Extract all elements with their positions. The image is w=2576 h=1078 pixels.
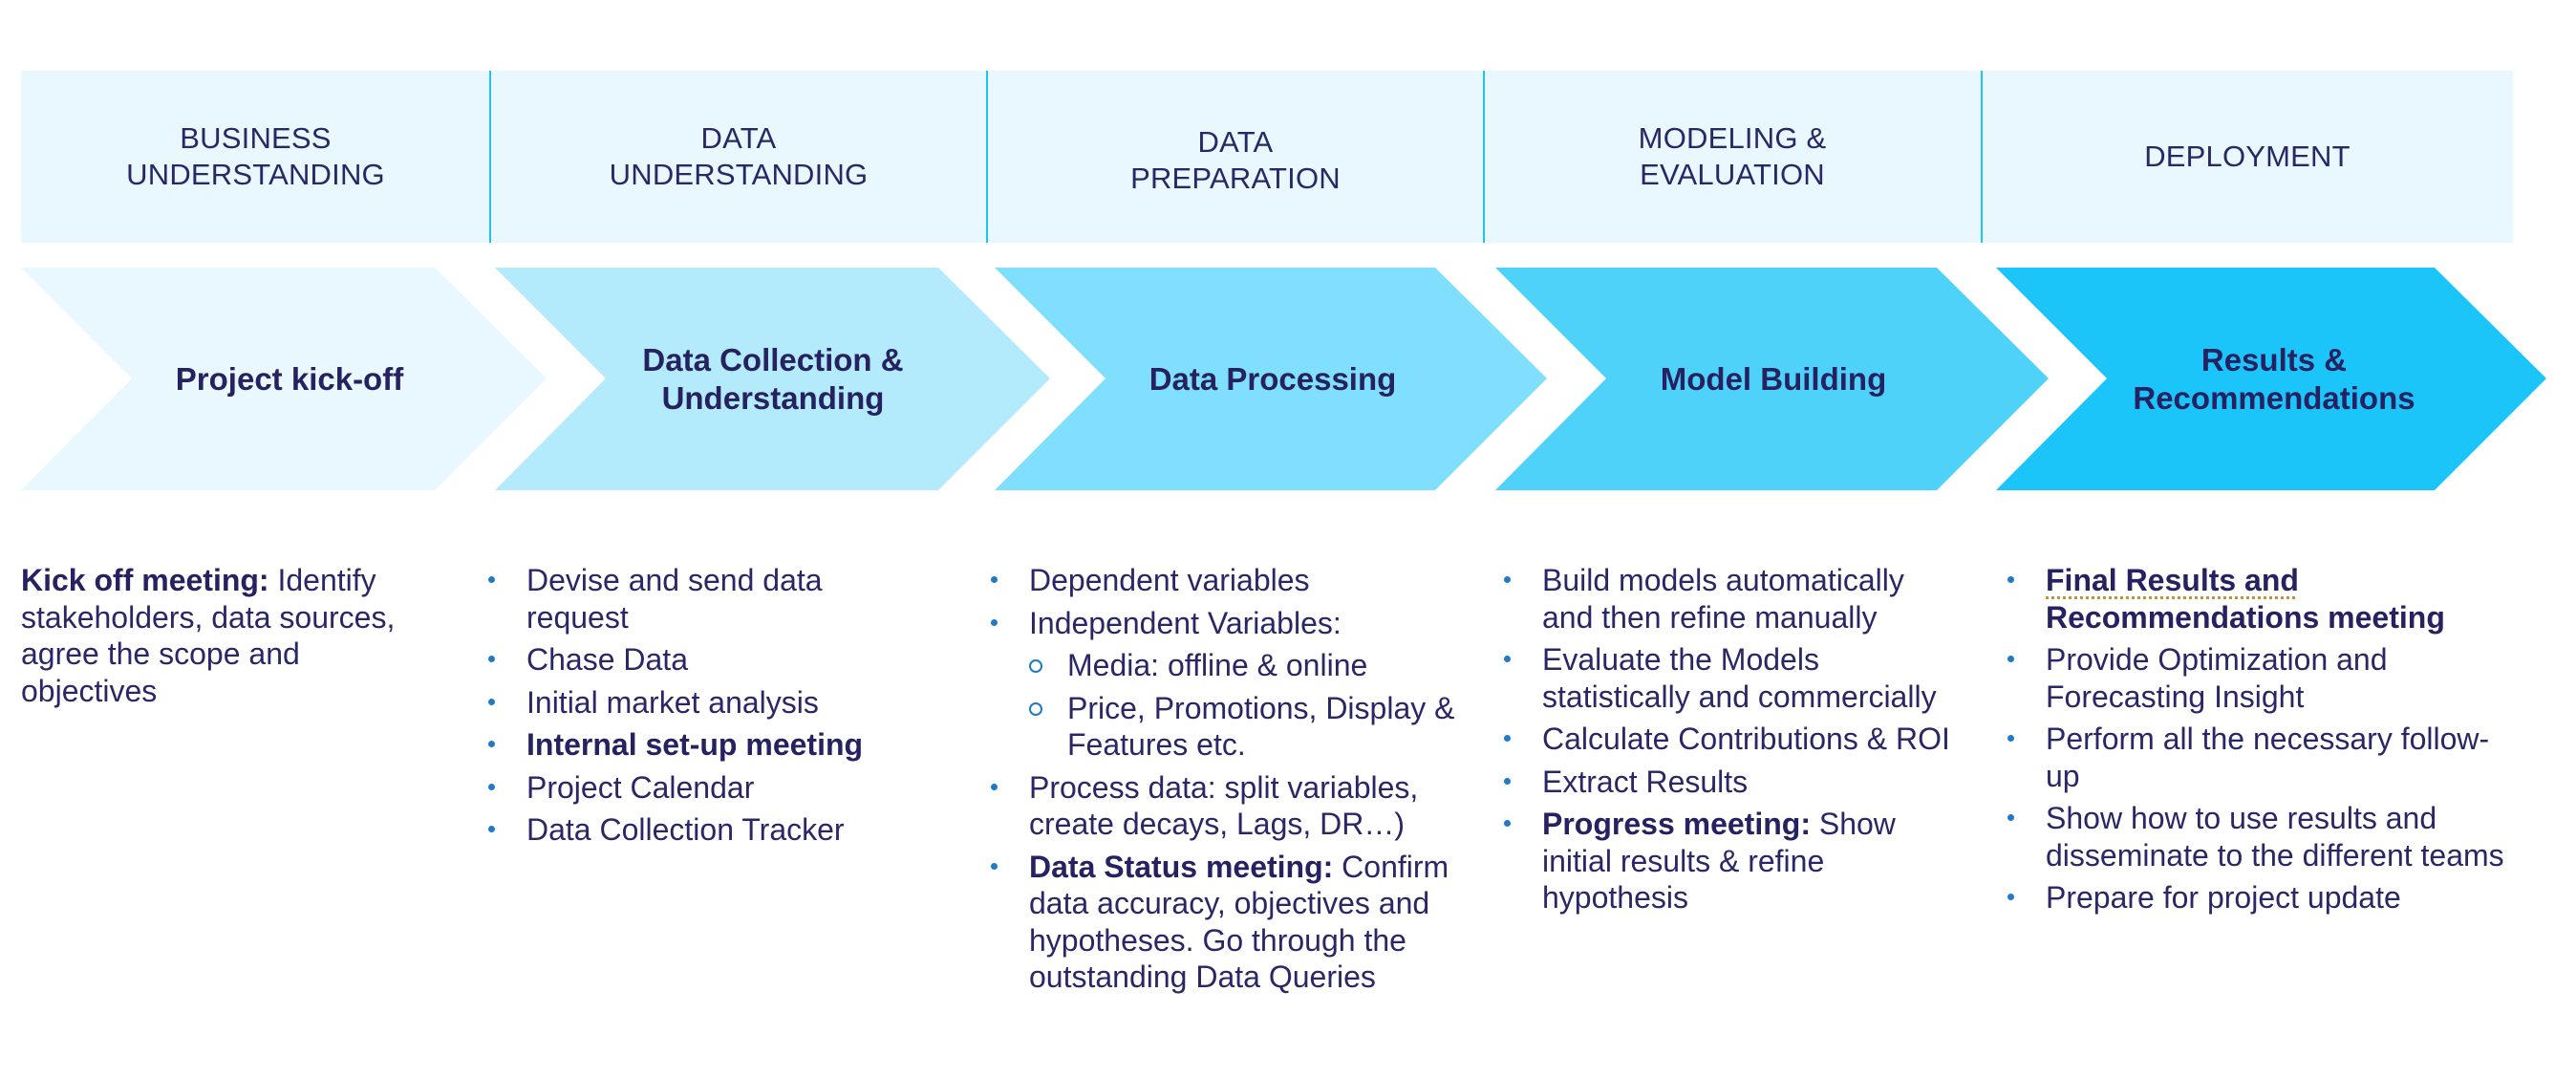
bullet-icon — [1504, 656, 1511, 662]
bullet-icon — [2007, 735, 2014, 742]
bullet-icon — [488, 783, 495, 790]
list-item: Build models automatically and then refi… — [1504, 562, 1963, 636]
phase-header-label: DEPLOYMENT — [2144, 140, 2351, 173]
list-item-label: Data Status meeting: — [1029, 849, 1334, 884]
list-item-text: Devise and send data request — [526, 563, 823, 635]
list-item-text: Process data: split variables, create de… — [1029, 769, 1419, 842]
list-item: Internal set-up meeting — [488, 726, 928, 764]
details-modeling-evaluation: Build models automatically and then refi… — [1504, 562, 1963, 922]
bullet-icon — [488, 741, 495, 747]
hollow-bullet-icon — [1029, 659, 1042, 673]
list-item-text: Prepare for project update — [2046, 880, 2401, 915]
list-item-label: Progress meeting: — [1542, 807, 1811, 841]
bullet-icon — [1504, 576, 1511, 583]
bullet-icon — [991, 783, 998, 790]
bullet-icon — [2007, 814, 2014, 821]
list-item-label: Recommendations meeting — [2046, 599, 2445, 635]
step-label-data-collection: Data Collection & Understanding — [642, 341, 904, 416]
bullet-icon — [488, 826, 495, 832]
step-label-results-recommendations: Results & Recommendations — [2133, 341, 2415, 416]
list-item-text: Independent Variables: — [1029, 605, 1342, 640]
bullet-icon — [488, 576, 495, 583]
step-label-project-kick-off: Project kick-off — [175, 360, 404, 397]
bullet-icon — [1504, 777, 1511, 785]
step-label-model-building: Model Building — [1660, 360, 1887, 397]
list-item: Calculate Contributions & ROI — [1504, 721, 1963, 758]
list-item: Process data: split variables, create de… — [991, 769, 1469, 843]
phase-header-label: DATA UNDERSTANDING — [609, 121, 869, 191]
list-item: Show how to use results and disseminate … — [2007, 800, 2504, 873]
kickoff-meeting-label: Kick off meeting: — [21, 563, 269, 597]
list-item: Initial market analysis — [488, 684, 928, 722]
list-item-text: Provide Optimization and Forecasting Ins… — [2046, 642, 2388, 714]
details-data-understanding: Devise and send data request Chase Data … — [488, 562, 928, 854]
list-item-text: Build models automatically and then refi… — [1542, 563, 1904, 635]
phase-header-modeling-evaluation: MODELING & EVALUATION — [1484, 71, 1981, 243]
bullet-icon — [991, 618, 998, 626]
list-item: Devise and send data request — [488, 562, 928, 636]
list-item-text: Extract Results — [1542, 764, 1749, 799]
list-item-text: Data Collection Tracker — [526, 812, 845, 847]
list-item-text: Project Calendar — [526, 769, 755, 805]
list-item: Evaluate the Models statistically and co… — [1504, 641, 1963, 715]
phase-header-label: MODELING & EVALUATION — [1638, 121, 1827, 191]
kickoff-meeting-text: Kick off meeting: Identify stakeholders,… — [21, 562, 422, 709]
list-item: Provide Optimization and Forecasting Ins… — [2007, 641, 2504, 715]
list-item-text: Dependent variables — [1029, 563, 1310, 597]
sub-list-item: Media: offline & online — [991, 647, 1469, 684]
list-item: Perform all the necessary follow-up — [2007, 721, 2504, 794]
bullet-icon — [488, 698, 495, 705]
bullet-icon — [991, 862, 998, 870]
list-item: Prepare for project update — [2007, 879, 2504, 916]
bullet-icon — [1504, 820, 1511, 827]
phase-header-band: BUSINESS UNDERSTANDING DATA UNDERSTANDIN… — [21, 71, 2513, 243]
list-item-text: Price, Promotions, Display & Features et… — [1067, 690, 1455, 763]
list-item-text: Perform all the necessary follow-up — [2046, 722, 2490, 793]
list-item-text: Internal set-up meeting — [526, 727, 864, 762]
step-label-data-processing: Data Processing — [1148, 360, 1397, 397]
list-item-text: Initial market analysis — [526, 684, 819, 720]
bullet-icon — [2007, 656, 2014, 662]
list-item: Dependent variables — [991, 562, 1469, 599]
list-item-text: Evaluate the Models statistically and co… — [1542, 642, 1937, 714]
list-item: Project Calendar — [488, 769, 928, 807]
list-item: Independent Variables: — [991, 605, 1469, 642]
list-item: Chase Data — [488, 641, 928, 679]
phase-header-data-understanding: DATA UNDERSTANDING — [490, 71, 987, 243]
list-item-label: Final Results and — [2046, 563, 2299, 597]
list-item: Data Status meeting: Confirm data accura… — [991, 849, 1469, 996]
phase-header-data-preparation: DATA PREPARATION — [987, 71, 1484, 243]
bullet-icon — [2007, 576, 2014, 583]
list-item: Data Collection Tracker — [488, 811, 928, 849]
list-item-text: Media: offline & online — [1067, 648, 1368, 682]
list-item-text: Calculate Contributions & ROI — [1542, 722, 1950, 756]
list-item: Extract Results — [1504, 764, 1963, 801]
list-item-text: Chase Data — [526, 642, 688, 677]
bullet-icon — [991, 576, 998, 583]
phase-header-business-understanding: BUSINESS UNDERSTANDING — [21, 71, 490, 243]
details-deployment: Final Results and Recommendations meetin… — [2007, 562, 2504, 922]
bullet-icon — [1504, 735, 1511, 742]
sub-list-item: Price, Promotions, Display & Features et… — [991, 690, 1469, 764]
phase-header-label: BUSINESS UNDERSTANDING — [126, 121, 385, 191]
bullet-icon — [2007, 894, 2014, 900]
details-business-understanding: Kick off meeting: Identify stakeholders,… — [21, 562, 422, 709]
list-item: Progress meeting: Show initial results &… — [1504, 806, 1963, 916]
phase-header-label: DATA PREPARATION — [1130, 125, 1341, 195]
phase-header-deployment: DEPLOYMENT — [1982, 71, 2513, 243]
hollow-bullet-icon — [1029, 701, 1042, 716]
bullet-icon — [488, 656, 495, 662]
list-item: Final Results and Recommendations meetin… — [2007, 562, 2504, 636]
list-item-text: Show how to use results and disseminate … — [2046, 801, 2504, 873]
details-data-preparation: Dependent variables Independent Variable… — [991, 562, 1469, 1002]
